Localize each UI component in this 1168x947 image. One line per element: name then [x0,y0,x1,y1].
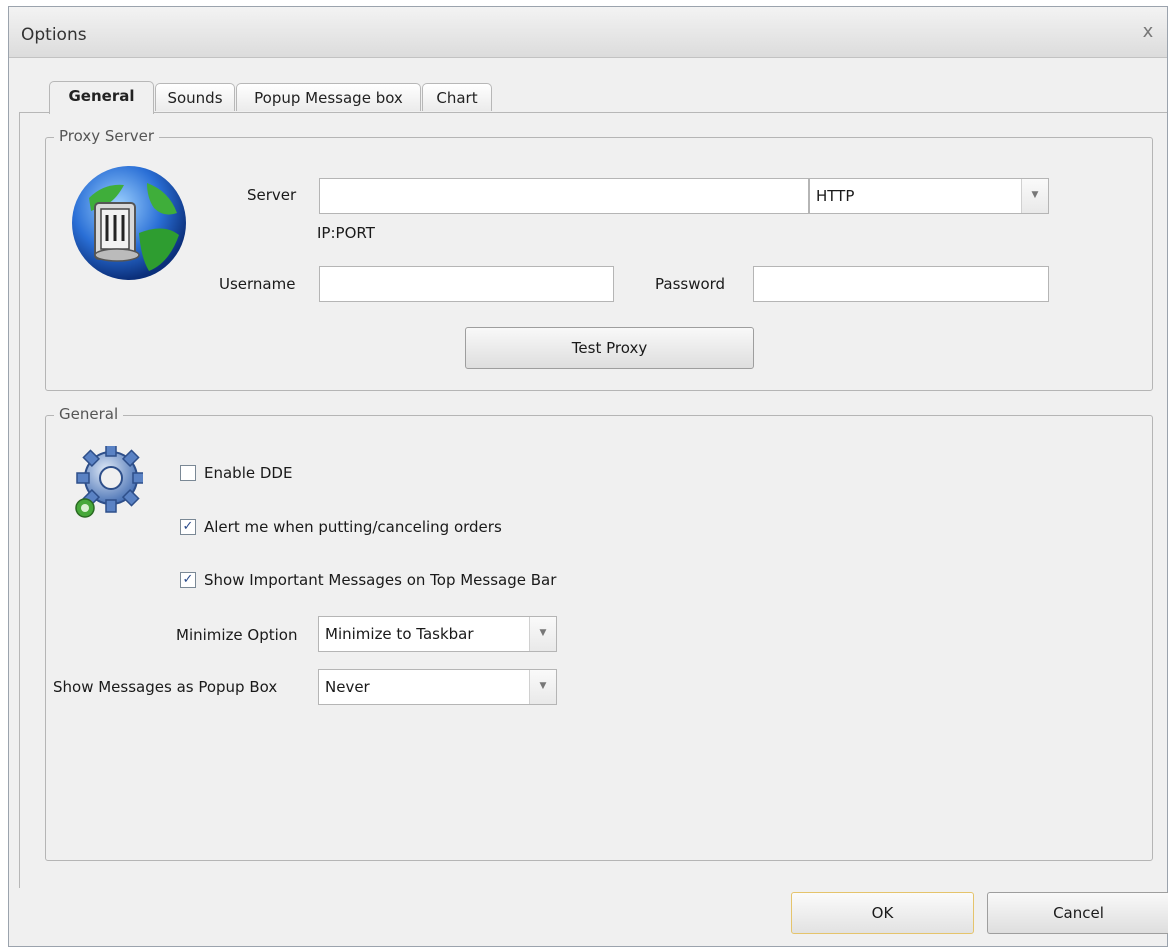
username-input[interactable] [319,266,614,302]
options-dialog: Options x General Sounds Popup Message b… [8,6,1168,947]
gears-icon [75,446,143,518]
chevron-down-icon[interactable]: ▼ [1021,179,1048,213]
tab-strip: General Sounds Popup Message box Chart [9,81,1167,114]
server-input[interactable] [319,178,809,214]
alert-orders-box[interactable]: ✓ [180,519,196,535]
test-proxy-button[interactable]: Test Proxy [465,327,754,369]
popup-box-label: Show Messages as Popup Box [53,678,278,696]
general-group-label: General [54,405,124,423]
alert-orders-label: Alert me when putting/canceling orders [204,518,502,536]
show-messages-box[interactable]: ✓ [180,572,196,588]
enable-dde-box[interactable] [180,465,196,481]
minimize-option-label: Minimize Option [176,626,298,644]
title-bar: Options x [9,7,1167,58]
tab-sounds[interactable]: Sounds [155,83,235,111]
ok-button[interactable]: OK [791,892,974,934]
general-group: General Enable DDE ✓ Alert me when putti… [45,405,1153,861]
popup-box-value: Never [325,678,370,696]
password-input[interactable] [753,266,1049,302]
server-label: Server [247,186,297,204]
chevron-down-icon[interactable]: ▼ [529,617,556,651]
tab-popup-message-box[interactable]: Popup Message box [236,83,421,111]
close-icon[interactable]: x [1137,21,1159,43]
username-label: Username [219,275,296,293]
password-label: Password [655,275,726,293]
enable-dde-label: Enable DDE [204,464,293,482]
tab-general[interactable]: General [49,81,154,114]
proxy-server-group-label: Proxy Server [54,127,160,145]
tab-chart[interactable]: Chart [422,83,492,111]
window-title: Options [21,25,87,45]
minimize-option-dropdown[interactable]: Minimize to Taskbar ▼ [318,616,557,652]
minimize-option-value: Minimize to Taskbar [325,625,474,643]
cancel-button[interactable]: Cancel [987,892,1168,934]
server-hint: IP:PORT [317,224,375,242]
protocol-value: HTTP [816,187,855,205]
show-messages-label: Show Important Messages on Top Message B… [204,571,557,589]
globe-network-icon [72,166,186,280]
proxy-server-group: Proxy Server Server HTTP ▼ IP:PORT Usern… [45,127,1153,391]
chevron-down-icon[interactable]: ▼ [529,670,556,704]
protocol-dropdown[interactable]: HTTP ▼ [809,178,1049,214]
popup-box-dropdown[interactable]: Never ▼ [318,669,557,705]
